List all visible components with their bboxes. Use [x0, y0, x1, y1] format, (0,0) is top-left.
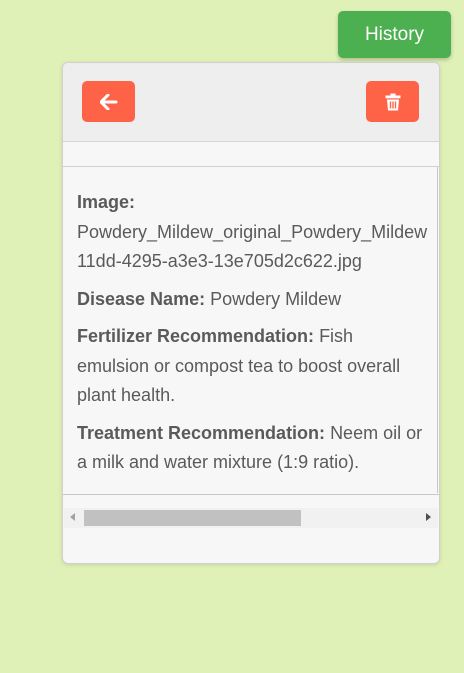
- record-details-scroll-area[interactable]: Image: Powdery_Mildew_original_Powdery_M…: [63, 167, 438, 493]
- scroll-right-arrow-icon[interactable]: [426, 513, 431, 521]
- disease-field: Disease Name: Powdery Mildew: [77, 285, 437, 315]
- history-button[interactable]: History: [338, 11, 451, 58]
- delete-button[interactable]: [366, 81, 419, 122]
- disease-label: Disease Name:: [77, 288, 206, 309]
- scrollbar-thumb[interactable]: [84, 510, 301, 526]
- record-details: Image: Powdery_Mildew_original_Powdery_M…: [77, 188, 437, 486]
- treatment-label: Treatment Recommendation:: [77, 422, 326, 443]
- treatment-field: Treatment Recommendation: Neem oil or a …: [77, 419, 427, 478]
- back-button[interactable]: [82, 81, 135, 122]
- scroll-left-arrow-icon[interactable]: [70, 513, 75, 521]
- image-label: Image:: [77, 192, 136, 212]
- trash-icon: [385, 93, 400, 110]
- history-record-card: Image: Powdery_Mildew_original_Powdery_M…: [62, 62, 440, 564]
- horizontal-scrollbar[interactable]: [64, 508, 438, 528]
- image-field: Image: Powdery_Mildew_original_Powdery_M…: [77, 188, 437, 277]
- fertilizer-label: Fertilizer Recommendation:: [77, 326, 315, 346]
- fertilizer-field: Fertilizer Recommendation: Fish emulsion…: [77, 322, 427, 411]
- divider: [63, 494, 439, 495]
- image-filename-line-2: 11dd-4295-a3e3-13e705d2c622.jpg: [77, 251, 362, 271]
- disease-value: Powdery Mildew: [210, 288, 342, 309]
- arrow-left-icon: [99, 93, 117, 110]
- image-filename-line-1: Powdery_Mildew_original_Powdery_Mildew: [77, 221, 428, 242]
- card-header: [63, 63, 439, 142]
